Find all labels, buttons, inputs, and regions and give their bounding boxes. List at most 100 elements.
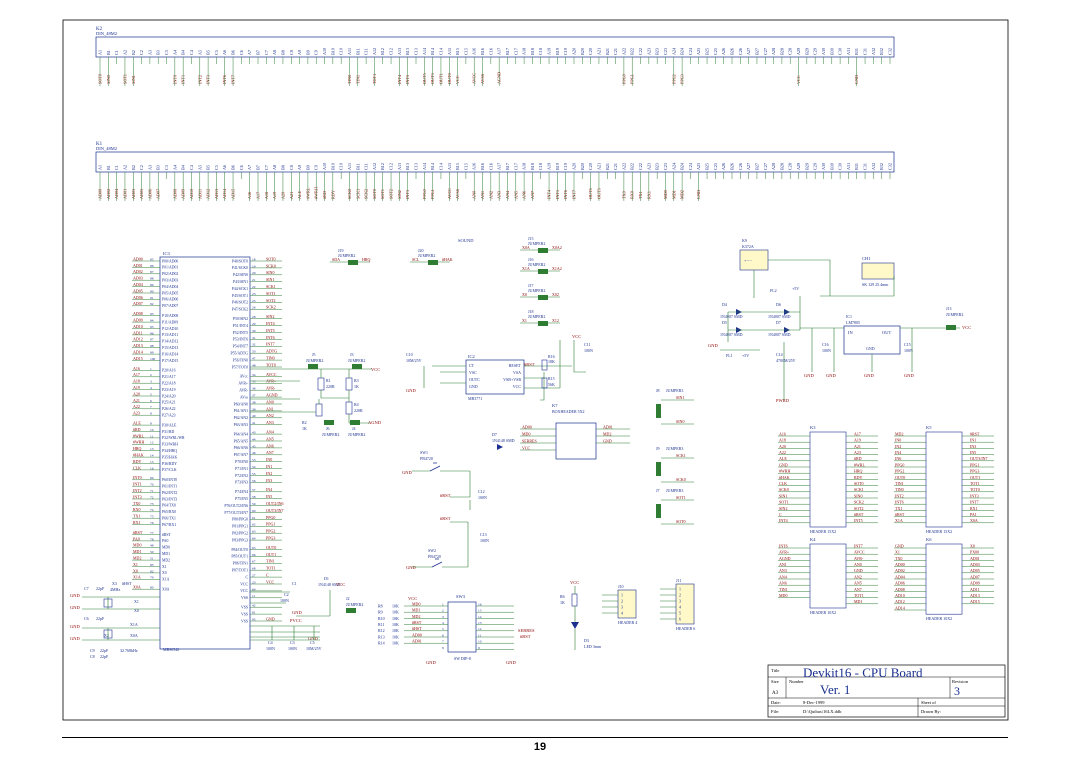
din-pin-label: A23: [646, 48, 651, 55]
r1-ref: R1: [326, 378, 331, 383]
ic3-left-net: A17: [133, 372, 140, 377]
header-left-net: IN6: [895, 456, 901, 461]
ic3-left-net: A23: [133, 411, 140, 416]
ch1-ref: CH1: [862, 256, 871, 261]
ic3-right-num: 33: [252, 350, 256, 354]
ic3-left-num: 15: [150, 460, 154, 464]
header-right-net: INT7: [854, 543, 863, 548]
din-pin-label: A9: [297, 165, 302, 170]
ic3-right-num: 11: [252, 594, 256, 598]
header-right-net: AD11: [970, 587, 980, 592]
header-right-net: #RST: [970, 431, 980, 436]
plus5-b: +5V: [742, 353, 749, 358]
ic3-left-sig: P21/A17: [162, 375, 176, 379]
fl1-ref: FL1: [726, 353, 733, 358]
ic3-left-num: 3: [150, 380, 152, 384]
din-pin-label: B4: [181, 164, 186, 170]
ic3-right-net: AVCC: [266, 372, 277, 377]
jumper-type: JUMPER2: [528, 314, 545, 319]
din-pin-label: A14: [422, 47, 427, 55]
header-right-net: OUT1: [970, 475, 980, 480]
ic3-right-num: 64: [252, 587, 256, 591]
c12-ref: C12: [478, 489, 485, 494]
din-pin-label: B6: [231, 50, 236, 55]
dip-pin-left: 6: [442, 633, 444, 637]
ic3-left-num: 9: [150, 422, 152, 426]
ic3-left-num: 7: [150, 405, 152, 409]
ic3-left-sig: X0: [162, 571, 167, 575]
dip-net: AD00: [412, 632, 422, 637]
ic3-right-sig: P42/SIN0: [233, 273, 248, 277]
ic3-right-num: 46: [252, 451, 256, 455]
ic3-right-num: 55: [252, 472, 256, 476]
din-pin-label: B26: [730, 48, 735, 55]
ic3-left-sig: P67/RX1: [162, 523, 176, 527]
k9-val: K372A: [742, 244, 754, 249]
ic3-left-num: 100: [150, 357, 156, 361]
serial-jumper-type: JUMPER3: [666, 446, 683, 451]
headers-10x2: K4 HEADER 10X2 INT6 AVR+AGNDAN1AN3AN4 AN6TIN…: [778, 537, 994, 621]
ic3-right-net: AN2: [266, 413, 274, 418]
header-left-net: IN4: [895, 450, 901, 455]
ic3-right-net: SCK2: [266, 305, 276, 310]
din-pin-label: C22: [638, 163, 643, 170]
din-pin-label: B10: [330, 163, 335, 170]
header-right-net: A17: [854, 431, 861, 436]
ic3-right-net: AN7: [266, 450, 274, 455]
c16-val: 100N: [822, 348, 831, 353]
serial-jumper-type: JUMPER3: [666, 488, 683, 493]
header-right-net: AD15: [970, 599, 980, 604]
small-header-type: HEADER 4: [618, 620, 637, 625]
ic3-right-sig: C: [245, 575, 248, 579]
ic3-left-num: 8: [150, 412, 152, 416]
ic3-right-num: 34: [252, 373, 256, 377]
ic3-left-net: AD14: [133, 350, 143, 355]
header-right-net: A19: [854, 438, 861, 443]
ic3-right-sig: P64/AN4: [234, 432, 248, 436]
header-right-net: IN1: [970, 438, 976, 443]
ic3-right-net: AN4: [266, 430, 274, 435]
small-headers: J10HEADER 41234J11HEADER 6123456: [602, 578, 695, 631]
ic3-left-num: 89: [150, 283, 154, 287]
header-right-net: TOT1: [854, 593, 864, 598]
j2-ref: J2: [346, 596, 350, 601]
ic3-left-net: A19: [133, 385, 140, 390]
din-pin-label: A30: [821, 163, 826, 170]
power-vcc: VCC: [962, 325, 971, 330]
header-right-net: INT3: [970, 493, 979, 498]
header-left-net: AN6: [779, 581, 787, 586]
header-right-net: AD03: [970, 562, 980, 567]
din-pin-label: B17: [505, 163, 510, 170]
ic3-right-num: 20: [252, 271, 256, 275]
din-pin-label: C12: [389, 163, 394, 170]
header-right-net: SCK2: [854, 500, 864, 505]
ic3-left-num: 13: [150, 447, 154, 451]
din-pin-label: B18: [530, 163, 535, 170]
ic3-left-num: 99: [150, 351, 154, 355]
ic3-left-net: AD08: [133, 311, 143, 316]
ic3-left-sig: P03/AD03: [162, 279, 178, 283]
ic3-left-sig: MD1: [162, 552, 170, 556]
power-supply-block: K9 K372A + ~ - CH1 SK 129 25.4mm FL2 +5V…: [708, 238, 971, 403]
ic3-left-net: AD09: [133, 318, 143, 323]
din-pin-label: C14: [438, 162, 443, 170]
ic3-left-sig: P20/A16: [162, 369, 176, 373]
ic3-left-sig: X0A: [162, 588, 170, 592]
din-pin-label: B16: [480, 163, 485, 170]
header-right-net: INT5: [854, 518, 863, 523]
header-right-net: A21: [854, 444, 861, 449]
file-value: D:\Quibus\16LX.ddb: [803, 709, 842, 714]
ic3-left-num: 86: [150, 264, 154, 268]
c2-ref: C2: [284, 592, 289, 597]
ic3-right-num: 67: [252, 560, 256, 564]
ic3-left-num: 95: [150, 325, 154, 329]
ic3-left-net: #WRL: [133, 433, 144, 438]
small-header-pin: 4: [679, 604, 681, 609]
ic3-left-net: X1: [133, 562, 138, 567]
ic3-left-num: 4: [150, 386, 152, 390]
ic3-left-net: AD03: [133, 276, 143, 281]
header-left-net: #HAK: [779, 475, 790, 480]
din-pin-label: B29: [804, 48, 809, 55]
ic3-right-sig: P66/AN6: [234, 446, 248, 450]
ic3-right-sig: AVR+: [238, 382, 248, 386]
